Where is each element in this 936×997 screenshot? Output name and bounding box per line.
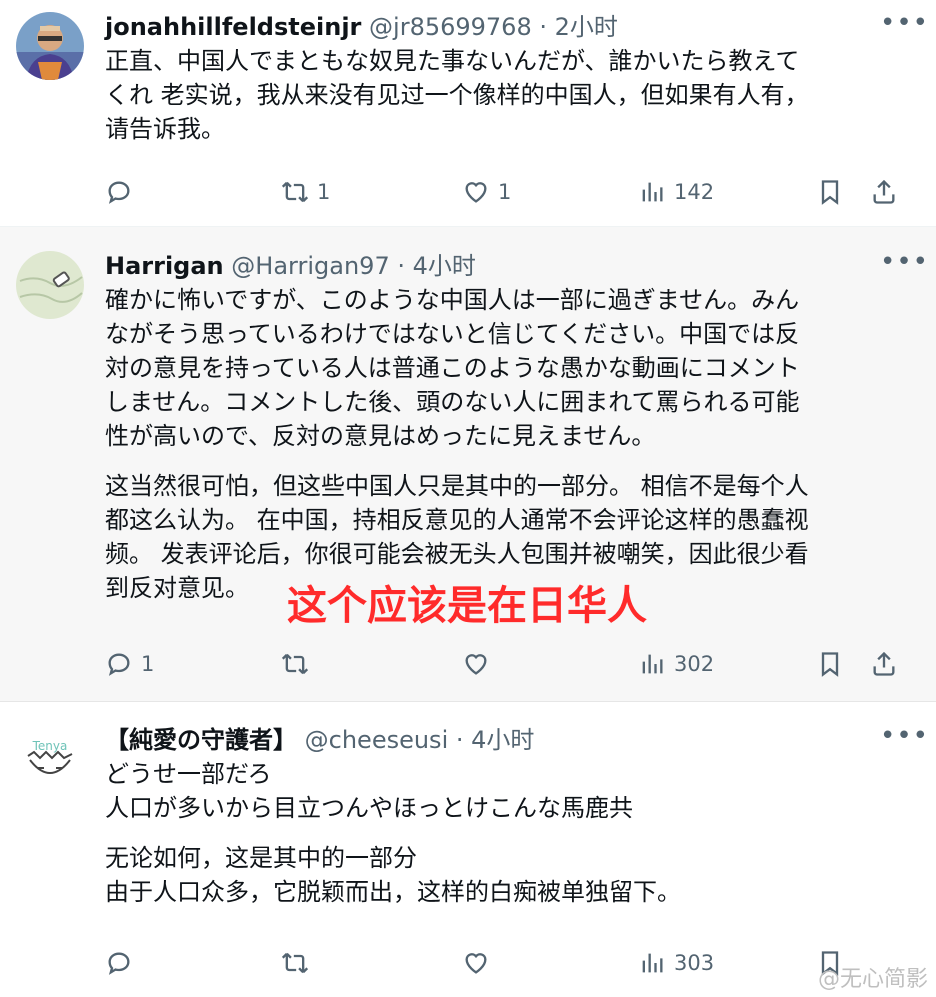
views-button[interactable]: 302 [638,644,714,684]
like-button[interactable] [462,943,490,983]
bookmark-button[interactable] [816,644,844,684]
views-button[interactable]: 142 [638,172,714,212]
views-button[interactable]: 303 [638,943,714,983]
avatar[interactable]: Tenya [16,728,84,796]
display-name[interactable]: Harrigan [105,252,224,280]
views-icon [642,953,663,973]
views-count: 302 [674,652,715,676]
retweet-count: 1 [317,180,331,204]
reply-button[interactable] [105,943,133,983]
retweet-icon [281,653,309,675]
action-bar: 303 [105,943,905,983]
separator: · [448,726,472,754]
views-icon [642,182,663,202]
tweet-text-translation: 无论如何，这是其中的一部分 由于人口众多，它脱颖而出，这样的白痴被单独留下。 [105,844,681,906]
retweet-button[interactable]: 1 [281,172,330,212]
like-button[interactable]: 1 [462,172,511,212]
reply-button[interactable] [105,172,133,212]
red-annotation: 这个应该是在日华人 [287,583,647,629]
separator: · [389,252,413,280]
tweet-body: 【純愛の守護者】 @cheeseusi · 4小时 ••• どうせ一部だろ 人口… [105,723,928,909]
share-button[interactable] [870,172,898,212]
more-options-icon[interactable]: ••• [880,723,928,757]
timestamp[interactable]: 2小时 [555,13,618,41]
timestamp[interactable]: 4小时 [471,726,534,754]
display-name[interactable]: jonahhillfeldsteinjr [105,13,361,41]
tweet-3: Tenya 【純愛の守護者】 @cheeseusi · 4小时 ••• どうせ一… [0,702,936,997]
like-button[interactable] [462,644,490,684]
share-icon [873,651,895,676]
action-bar: 1 1 142 [105,172,905,212]
tweet-1: jonahhillfeldsteinjr @jr85699768 · 2小时 •… [0,0,936,227]
tweet-header: jonahhillfeldsteinjr @jr85699768 · 2小时 •… [105,10,928,44]
reply-icon [108,653,130,676]
reply-icon [108,181,130,204]
handle[interactable]: @jr85699768 [369,13,532,41]
tweet-text-original: 確かに怖いですが、このような中国人は一部に過ぎません。みん ながそう思っているわ… [105,286,800,450]
tweet-header: 【純愛の守護者】 @cheeseusi · 4小时 ••• [105,723,928,757]
heart-icon [465,654,487,675]
bookmark-icon [821,652,839,677]
views-count: 303 [674,951,715,975]
reply-icon [108,952,130,975]
handle[interactable]: @Harrigan97 [231,252,389,280]
retweet-icon [281,181,309,203]
like-count: 1 [498,180,512,204]
reply-button[interactable]: 1 [105,644,154,684]
watermark: @无心简影 [817,967,928,992]
retweet-button[interactable] [281,943,309,983]
timestamp[interactable]: 4小时 [413,252,476,280]
views-count: 142 [674,180,715,204]
share-icon [873,179,895,204]
retweet-icon [281,952,309,974]
tweet-body: Harrigan @Harrigan97 · 4小时 ••• 確かに怖いですが、… [105,249,928,605]
bookmark-button[interactable] [816,172,844,212]
more-options-icon[interactable]: ••• [880,249,928,283]
tweet-text-original: どうせ一部だろ 人口が多いから目立つんやほっとけこんな馬鹿共 [105,760,633,822]
tweet-2: Harrigan @Harrigan97 · 4小时 ••• 確かに怖いですが、… [0,227,936,702]
more-options-icon[interactable]: ••• [880,10,928,44]
tweet-header: Harrigan @Harrigan97 · 4小时 ••• [105,249,928,283]
retweet-button[interactable] [281,644,309,684]
avatar-label: Tenya [32,739,68,753]
display-name[interactable]: 【純愛の守護者】 [105,726,297,754]
heart-icon [465,953,487,974]
handle[interactable]: @cheeseusi [305,726,449,754]
avatar[interactable] [16,251,84,319]
action-bar: 1 302 [105,644,905,684]
share-button[interactable] [870,644,898,684]
reply-count: 1 [141,652,155,676]
separator: · [531,13,555,41]
avatar[interactable] [16,12,84,80]
bookmark-icon [821,180,839,205]
tweet-body: jonahhillfeldsteinjr @jr85699768 · 2小时 •… [105,10,928,146]
heart-icon [465,182,487,203]
tweet-text: 正直、中国人でまともな奴見た事ないんだが、誰かいたら教えて くれ 老实说，我从来… [105,47,809,143]
views-icon [642,654,663,674]
